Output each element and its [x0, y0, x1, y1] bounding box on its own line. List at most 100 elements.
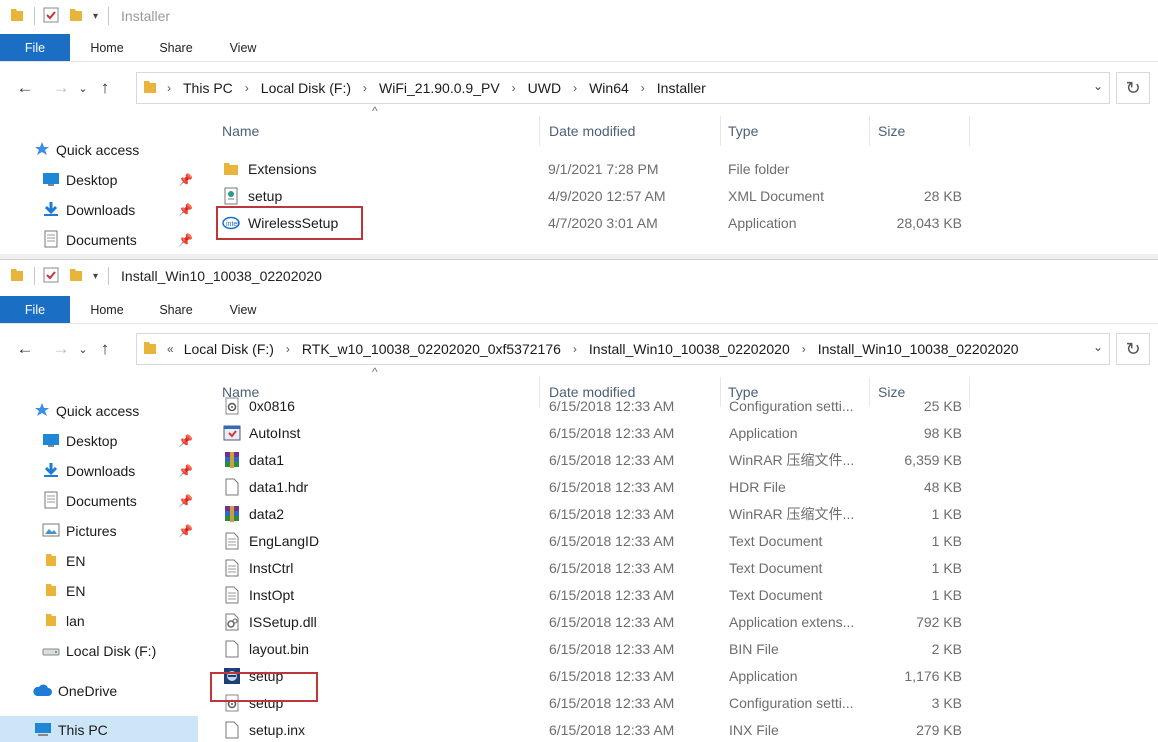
tab-share[interactable]: Share [142, 296, 210, 323]
breadcrumb-item[interactable]: RTK_w10_10038_02202020_0xf5372176 [302, 341, 561, 357]
properties-check-icon[interactable] [43, 267, 59, 286]
file-date: 6/15/2018 12:33 AM [549, 532, 675, 549]
recent-locations-icon[interactable]: ⌄ [74, 73, 92, 103]
tab-share[interactable]: Share [142, 34, 210, 61]
folder-icon[interactable] [10, 7, 24, 26]
tab-file[interactable]: File [0, 34, 70, 61]
back-arrow-icon[interactable]: ← [12, 73, 38, 103]
chevron-right-icon[interactable]: › [286, 342, 290, 356]
file-type: Text Document [729, 586, 823, 603]
properties-check-icon[interactable] [43, 7, 59, 26]
sidebar-item-downloads[interactable]: Downloads 📌 [0, 457, 198, 485]
tab-home[interactable]: Home [72, 34, 142, 61]
chevron-right-icon[interactable]: › [641, 81, 645, 95]
file-row[interactable]: AutoInst 6/15/2018 12:33 AM Application 98 … [200, 419, 980, 446]
sidebar-item-onedrive[interactable]: OneDrive [0, 677, 198, 705]
column-header-name[interactable]: Name [214, 116, 540, 146]
sidebar-label: Desktop [66, 433, 118, 449]
forward-arrow-icon[interactable]: → [48, 73, 74, 103]
breadcrumb-item[interactable]: Local Disk (F:) [261, 80, 351, 96]
chevron-right-icon[interactable]: › [363, 81, 367, 95]
config-icon [223, 397, 241, 415]
chevron-down-icon[interactable]: ⌄ [1093, 340, 1103, 354]
forward-arrow-icon[interactable]: → [48, 334, 74, 364]
file-row[interactable]: InstCtrl 6/15/2018 12:33 AM Text Document 1… [200, 554, 980, 581]
sidebar-item-lan[interactable]: lan [0, 607, 198, 635]
sidebar-item-desktop[interactable]: Desktop 📌 [0, 166, 198, 194]
file-row[interactable]: layout.bin 6/15/2018 12:33 AM BIN File 2 KB [200, 635, 980, 662]
file-row[interactable]: setup.inx 6/15/2018 12:33 AM INX File 279 K… [200, 716, 980, 742]
pin-icon[interactable]: 📌 [178, 494, 193, 508]
sidebar-item-downloads[interactable]: Downloads 📌 [0, 196, 198, 224]
new-folder-icon[interactable] [69, 7, 83, 26]
overflow-chevron-icon[interactable]: « [167, 342, 174, 356]
address-bar[interactable]: « Local Disk (F:) › RTK_w10_10038_022020… [136, 333, 1110, 365]
sidebar-item-en[interactable]: EN [0, 547, 198, 575]
file-row[interactable]: EngLangID 6/15/2018 12:33 AM Text Document… [200, 527, 980, 554]
file-row[interactable]: ISSetup.dll 6/15/2018 12:33 AM Application… [200, 608, 980, 635]
file-type: WinRAR 压缩文件... [729, 505, 855, 522]
tab-view[interactable]: View [210, 296, 276, 323]
file-row[interactable]: data1.hdr 6/15/2018 12:33 AM HDR File 48 KB [200, 473, 980, 500]
customize-dropdown-icon[interactable]: ▾ [93, 271, 98, 282]
breadcrumb: Local Disk (F:) › RTK_w10_10038_02202020… [184, 341, 1019, 357]
breadcrumb-item[interactable]: WiFi_21.90.0.9_PV [379, 80, 500, 96]
file-row[interactable]: data1 6/15/2018 12:33 AM WinRAR 压缩文件... 6,3… [200, 446, 980, 473]
pin-icon[interactable]: 📌 [178, 173, 193, 187]
sidebar-item-documents[interactable]: Documents 📌 [0, 487, 198, 515]
refresh-icon[interactable]: ↻ [1116, 72, 1150, 104]
chevron-right-icon[interactable]: › [573, 81, 577, 95]
sidebar-item-desktop[interactable]: Desktop 📌 [0, 427, 198, 455]
sidebar-item-documents[interactable]: Documents 📌 [0, 226, 198, 254]
pin-icon[interactable]: 📌 [178, 524, 193, 538]
breadcrumb-item[interactable]: UWD [528, 80, 561, 96]
breadcrumb-item[interactable]: Win64 [589, 80, 629, 96]
column-header-size[interactable]: Size [870, 116, 970, 146]
file-name: setup [248, 187, 283, 204]
pin-icon[interactable]: 📌 [178, 434, 193, 448]
pin-icon[interactable]: 📌 [178, 464, 193, 478]
recent-locations-icon[interactable]: ⌄ [74, 334, 92, 364]
sidebar-item-quick-access[interactable]: Quick access [0, 136, 198, 164]
file-row[interactable]: 0x0816 6/15/2018 12:33 AM Configuration se… [200, 392, 980, 419]
column-header-date[interactable]: Date modified [541, 116, 721, 146]
chevron-right-icon[interactable]: › [512, 81, 516, 95]
sidebar-item-pictures[interactable]: Pictures 📌 [0, 517, 198, 545]
breadcrumb-item[interactable]: Installer [657, 80, 706, 96]
address-bar[interactable]: › This PC › Local Disk (F:) › WiFi_21.90… [136, 72, 1110, 104]
file-name: AutoInst [249, 424, 301, 441]
file-row[interactable]: Extensions 9/1/2021 7:28 PM File folder [200, 155, 980, 182]
sidebar-label: Downloads [66, 463, 136, 479]
refresh-icon[interactable]: ↻ [1116, 333, 1150, 365]
tab-view[interactable]: View [210, 34, 276, 61]
breadcrumb-item[interactable]: This PC [183, 80, 233, 96]
folder-icon[interactable] [10, 267, 24, 286]
breadcrumb-item[interactable]: Install_Win10_10038_02202020 [818, 341, 1019, 357]
file-row[interactable]: InstOpt 6/15/2018 12:33 AM Text Document 1 … [200, 581, 980, 608]
customize-dropdown-icon[interactable]: ▾ [93, 11, 98, 22]
chevron-right-icon[interactable]: › [245, 81, 249, 95]
pin-icon[interactable]: 📌 [178, 203, 193, 217]
chevron-right-icon[interactable]: › [167, 81, 171, 95]
file-row[interactable]: setup 4/9/2020 12:57 AM XML Document 28 … [200, 182, 980, 209]
sidebar-item-en[interactable]: EN [0, 577, 198, 605]
tab-file[interactable]: File [0, 296, 70, 323]
chevron-right-icon[interactable]: › [573, 342, 577, 356]
breadcrumb-item[interactable]: Install_Win10_10038_02202020 [589, 341, 790, 357]
tab-home[interactable]: Home [72, 296, 142, 323]
pin-icon[interactable]: 📌 [178, 233, 193, 247]
folder-icon [42, 552, 60, 571]
column-header-type[interactable]: Type [720, 116, 870, 146]
document-icon [42, 230, 60, 251]
file-row[interactable]: data2 6/15/2018 12:33 AM WinRAR 压缩文件... 1 K… [200, 500, 980, 527]
sidebar-item-quick-access[interactable]: Quick access [0, 397, 198, 425]
chevron-down-icon[interactable]: ⌄ [1093, 79, 1103, 93]
up-arrow-icon[interactable]: ↑ [92, 73, 118, 103]
sidebar-item-local-disk[interactable]: Local Disk (F:) [0, 637, 198, 665]
new-folder-icon[interactable] [69, 267, 83, 286]
up-arrow-icon[interactable]: ↑ [92, 334, 118, 364]
sidebar-item-this-pc[interactable]: This PC [0, 716, 198, 742]
back-arrow-icon[interactable]: ← [12, 334, 38, 364]
breadcrumb-item[interactable]: Local Disk (F:) [184, 341, 274, 357]
chevron-right-icon[interactable]: › [802, 342, 806, 356]
